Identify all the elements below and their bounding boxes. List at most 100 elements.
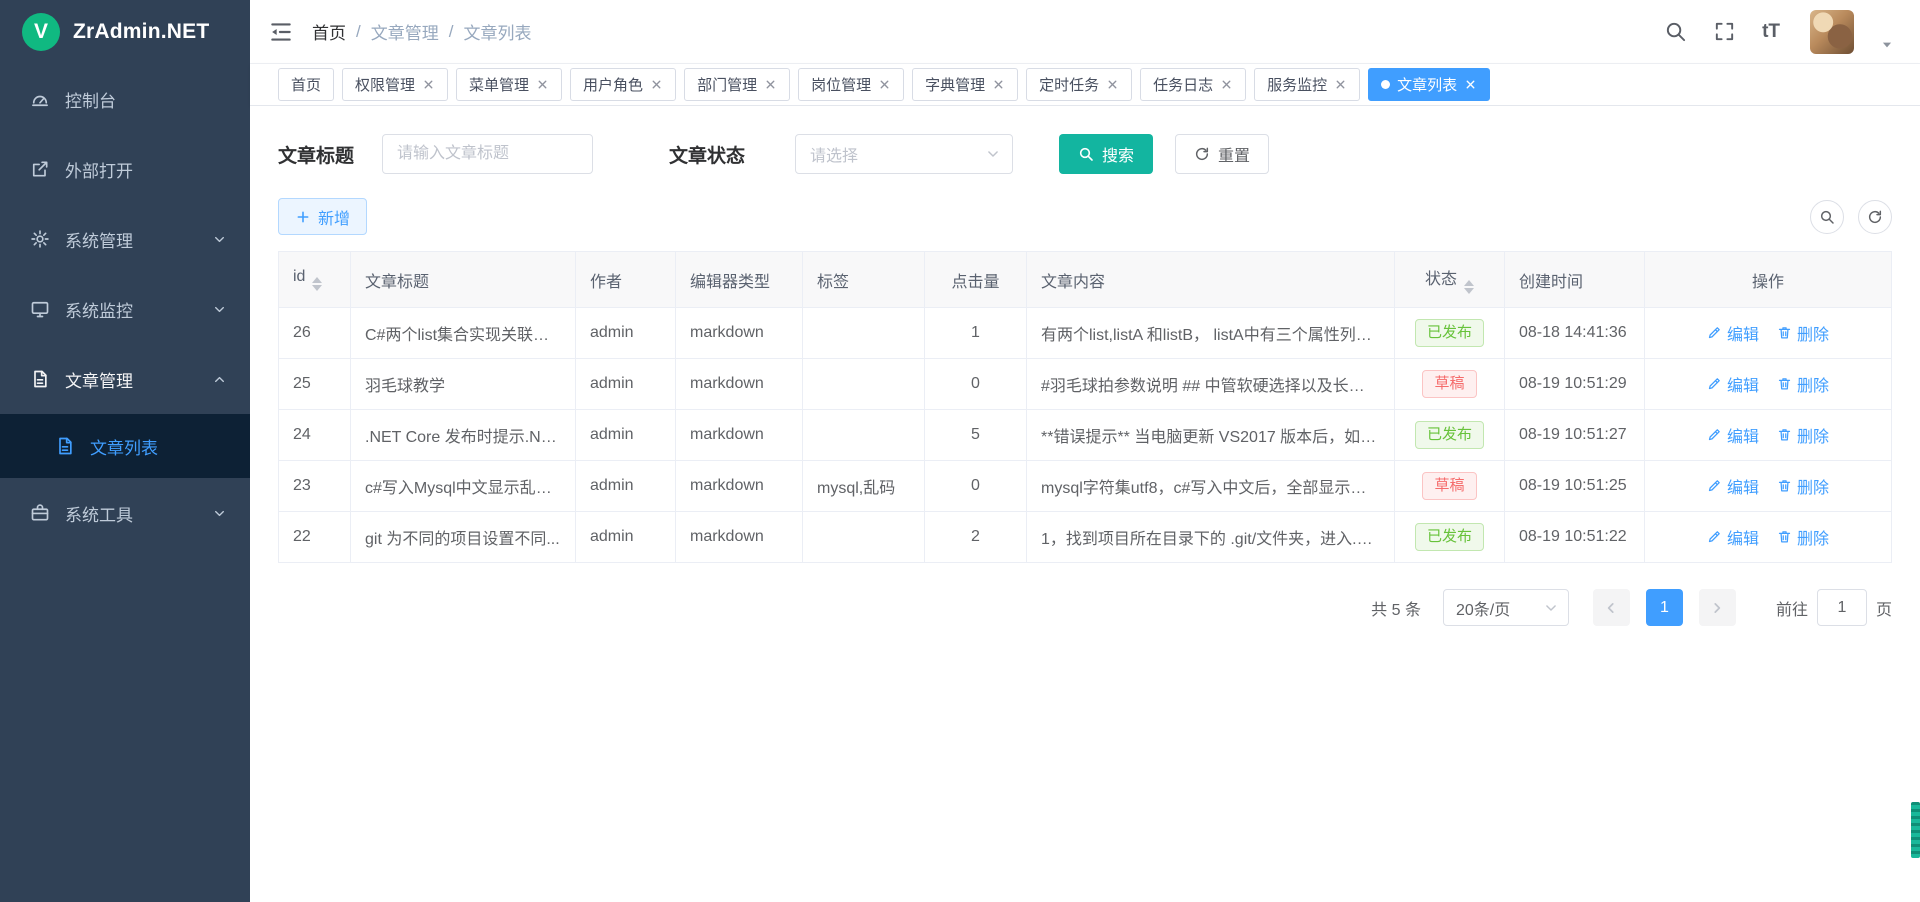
monitor-icon (30, 299, 50, 319)
status-badge: 草稿 (1422, 370, 1476, 398)
close-icon[interactable] (764, 78, 777, 91)
sidebar-item-dashboard[interactable]: 控制台 (0, 64, 250, 134)
cell-ops: 编辑删除 (1645, 461, 1892, 512)
article-title-input[interactable] (382, 134, 593, 174)
tab-user-role[interactable]: 用户角色 (570, 68, 676, 101)
reset-button[interactable]: 重置 (1175, 134, 1269, 174)
sidebar-item-label: 系统监控 (65, 297, 133, 322)
edit-button[interactable]: 编辑 (1707, 423, 1759, 447)
page-size-select[interactable]: 20条/页 (1443, 589, 1569, 626)
delete-button[interactable]: 删除 (1777, 525, 1829, 549)
tab-task-log[interactable]: 任务日志 (1140, 68, 1246, 101)
filter-form: 文章标题 文章状态 请选择 搜索 重置 (278, 134, 1892, 174)
next-page-button[interactable] (1699, 589, 1736, 626)
sort-caret-icon[interactable] (1464, 280, 1474, 294)
delete-icon (1777, 376, 1792, 391)
column-header-content: 文章内容 (1027, 252, 1395, 308)
tab-dict-management[interactable]: 字典管理 (912, 68, 1018, 101)
refresh-icon (1194, 146, 1210, 162)
app-logo[interactable]: V ZrAdmin.NET (0, 0, 250, 64)
cell-hits: 0 (925, 461, 1027, 512)
cell-status: 草稿 (1395, 359, 1505, 410)
cell-editor: markdown (676, 308, 803, 359)
caret-down-icon[interactable] (1880, 38, 1894, 52)
sidebar-item-article-list[interactable]: 文章列表 (0, 414, 250, 478)
cell-content: **错误提示** 当电脑更新 VS2017 版本后，如果... (1027, 410, 1395, 461)
article-status-select[interactable]: 请选择 (795, 134, 1013, 174)
edit-icon (1707, 478, 1722, 493)
close-icon[interactable] (1106, 78, 1119, 91)
edit-button[interactable]: 编辑 (1707, 525, 1759, 549)
chevron-down-icon (213, 507, 226, 520)
delete-button[interactable]: 删除 (1777, 423, 1829, 447)
fullscreen-icon[interactable] (1713, 20, 1736, 43)
breadcrumb-home[interactable]: 首页 (312, 19, 346, 44)
edit-icon (1707, 427, 1722, 442)
sidebar-item-system-management[interactable]: 系统管理 (0, 204, 250, 274)
tab-menu-management[interactable]: 菜单管理 (456, 68, 562, 101)
cell-ops: 编辑删除 (1645, 359, 1892, 410)
tab-department-management[interactable]: 部门管理 (684, 68, 790, 101)
cell-created: 08-19 10:51:22 (1505, 512, 1645, 563)
tab-permission[interactable]: 权限管理 (342, 68, 448, 101)
goto-label: 前往 (1776, 596, 1808, 620)
article-list-icon (55, 436, 75, 456)
edit-button[interactable]: 编辑 (1707, 321, 1759, 345)
cell-author: admin (576, 461, 676, 512)
tab-service-monitor[interactable]: 服务监控 (1254, 68, 1360, 101)
delete-button[interactable]: 删除 (1777, 474, 1829, 498)
column-header-status[interactable]: 状态 (1395, 252, 1505, 308)
tab-post-management[interactable]: 岗位管理 (798, 68, 904, 101)
breadcrumb-separator: / (356, 22, 361, 42)
close-icon[interactable] (536, 78, 549, 91)
page-number-button[interactable]: 1 (1646, 589, 1683, 626)
edit-button[interactable]: 编辑 (1707, 474, 1759, 498)
refresh-table-button[interactable] (1858, 200, 1892, 234)
cell-title: 羽毛球教学 (351, 359, 576, 410)
user-avatar[interactable] (1810, 10, 1854, 54)
goto-page-input[interactable] (1817, 589, 1867, 626)
sidebar-item-system-monitor[interactable]: 系统监控 (0, 274, 250, 344)
select-placeholder: 请选择 (810, 142, 858, 166)
tab-scheduled-task[interactable]: 定时任务 (1026, 68, 1132, 101)
close-icon[interactable] (650, 78, 663, 91)
column-header-id[interactable]: id (279, 252, 351, 308)
edit-button[interactable]: 编辑 (1707, 372, 1759, 396)
close-icon[interactable] (1220, 78, 1233, 91)
close-icon[interactable] (992, 78, 1005, 91)
tab-home[interactable]: 首页 (278, 68, 334, 101)
cell-title: c#写入Mysql中文显示乱码 ... (351, 461, 576, 512)
delete-button[interactable]: 删除 (1777, 321, 1829, 345)
close-icon[interactable] (422, 78, 435, 91)
sidebar-item-label: 文章列表 (90, 434, 158, 459)
table-row: 24 .NET Core 发布时提示.NET... admin markdown… (279, 410, 1892, 461)
toolbox-icon (30, 503, 50, 523)
menu-fold-icon[interactable] (268, 19, 294, 45)
font-size-icon[interactable]: tT (1762, 22, 1780, 41)
prev-page-button[interactable] (1593, 589, 1630, 626)
chevron-down-icon (986, 147, 1000, 161)
page-scrollbar-thumb[interactable] (1911, 802, 1920, 858)
cell-tags: mysql,乱码 (803, 461, 925, 512)
app-title: ZrAdmin.NET (73, 20, 209, 44)
sort-caret-icon[interactable] (312, 277, 322, 291)
search-button[interactable]: 搜索 (1059, 134, 1153, 174)
close-icon[interactable] (878, 78, 891, 91)
add-button[interactable]: 新增 (278, 198, 367, 235)
sidebar-item-system-tools[interactable]: 系统工具 (0, 478, 250, 548)
edit-icon (1707, 325, 1722, 340)
cell-author: admin (576, 512, 676, 563)
cell-status: 已发布 (1395, 512, 1505, 563)
breadcrumb-article-management[interactable]: 文章管理 (371, 19, 439, 44)
delete-button[interactable]: 删除 (1777, 372, 1829, 396)
toggle-search-button[interactable] (1810, 200, 1844, 234)
sidebar-item-external-open[interactable]: 外部打开 (0, 134, 250, 204)
cell-created: 08-19 10:51:27 (1505, 410, 1645, 461)
search-icon[interactable] (1664, 20, 1687, 43)
articles-table: id 文章标题 作者 编辑器类型 标签 点击量 文章内容 状态 创建时间 操作 (278, 251, 1892, 563)
tab-article-list[interactable]: 文章列表 (1368, 68, 1490, 101)
sidebar-item-article-management[interactable]: 文章管理 (0, 344, 250, 414)
status-badge: 已发布 (1415, 421, 1484, 449)
close-icon[interactable] (1464, 78, 1477, 91)
close-icon[interactable] (1334, 78, 1347, 91)
